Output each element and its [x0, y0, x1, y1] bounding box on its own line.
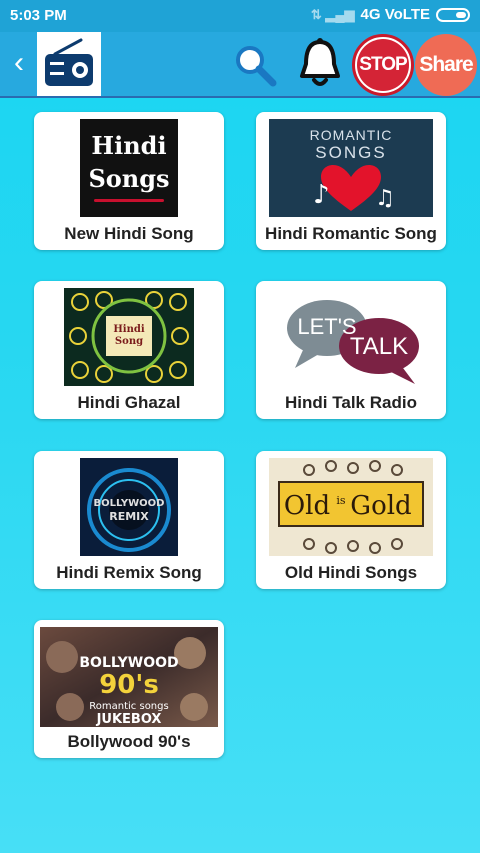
- station-card-hindi-romantic-song[interactable]: ROMANTIC SONGS ♪ ♫ Hindi Romantic Song: [256, 112, 446, 250]
- card-label: Bollywood 90's: [67, 732, 191, 751]
- radio-icon: [37, 32, 101, 96]
- thumb-text: JUKEBOX: [96, 712, 162, 727]
- thumb-text: BOLLYWOOD: [79, 655, 178, 671]
- station-card-hindi-talk-radio[interactable]: LET'S TALK Hindi Talk Radio: [256, 281, 446, 419]
- thumb-text: Hindi: [113, 324, 145, 335]
- bell-icon[interactable]: [294, 36, 346, 92]
- card-label: New Hindi Song: [64, 224, 194, 243]
- station-card-hindi-remix-song[interactable]: BOLLYWOOD REMIX Hindi Remix Song: [34, 451, 224, 589]
- thumb-text: LET'S: [297, 314, 356, 339]
- search-icon[interactable]: [230, 40, 280, 90]
- share-button[interactable]: Share: [415, 34, 477, 96]
- stop-label: STOP: [357, 39, 409, 91]
- status-time: 5:03 PM: [10, 7, 67, 24]
- station-card-old-hindi-songs[interactable]: Old is Gold Old Hindi Songs: [256, 451, 446, 589]
- thumb-text: is: [336, 494, 346, 507]
- thumb-text: Romantic songs: [89, 701, 168, 712]
- signal-icon: ⇅ ▂▄▆: [310, 6, 355, 22]
- thumb-text: REMIX: [109, 510, 149, 523]
- station-card-hindi-ghazal[interactable]: Hindi Song Hindi Ghazal: [34, 281, 224, 419]
- thumb-text: SONGS: [315, 143, 387, 162]
- station-card-new-hindi-song[interactable]: Hindi Songs New Hindi Song: [34, 112, 224, 250]
- battery-icon: [436, 7, 470, 22]
- thumb-text: Old: [284, 491, 330, 521]
- card-label: Hindi Remix Song: [56, 563, 202, 582]
- heart-icon: ♪ ♫: [313, 165, 395, 211]
- thumb-text: TALK: [350, 333, 408, 360]
- thumb-text: ROMANTIC: [309, 127, 393, 143]
- romantic-songs-thumbnail: ROMANTIC SONGS ♪ ♫: [269, 119, 433, 217]
- thumb-text: Song: [115, 336, 143, 347]
- ghazal-thumbnail: Hindi Song: [64, 288, 194, 386]
- thumb-text: Hindi: [91, 131, 167, 160]
- hindi-songs-thumbnail: Hindi Songs: [80, 119, 178, 217]
- app-bar: ‹ STOP Share: [0, 32, 480, 98]
- thumb-text: Songs: [88, 164, 170, 193]
- thumb-text: BOLLYWOOD: [94, 498, 165, 509]
- stop-button[interactable]: STOP: [352, 34, 414, 96]
- talk-thumbnail: LET'S TALK: [269, 288, 433, 386]
- status-bar: 5:03 PM ⇅ ▂▄▆ 4G VoLTE: [0, 0, 480, 32]
- card-label: Hindi Talk Radio: [285, 393, 417, 412]
- svg-text:♪: ♪: [313, 180, 330, 210]
- back-arrow-icon[interactable]: ‹: [6, 46, 32, 80]
- thumb-text: 90's: [99, 670, 159, 700]
- old-is-gold-thumbnail: Old is Gold: [269, 458, 433, 556]
- thumb-text: Gold: [350, 491, 411, 521]
- bollywood-90s-thumbnail: BOLLYWOOD 90's Romantic songs JUKEBOX: [40, 627, 218, 727]
- card-label: Hindi Ghazal: [77, 393, 181, 412]
- svg-text:♫: ♫: [375, 186, 391, 211]
- station-card-bollywood-90s[interactable]: BOLLYWOOD 90's Romantic songs JUKEBOX Bo…: [34, 620, 224, 758]
- network-label: 4G VoLTE: [360, 6, 430, 23]
- remix-thumbnail: BOLLYWOOD REMIX: [80, 458, 178, 556]
- status-indicators: ⇅ ▂▄▆ 4G VoLTE: [311, 6, 470, 23]
- card-label: Hindi Romantic Song: [265, 224, 437, 243]
- card-label: Old Hindi Songs: [284, 563, 418, 582]
